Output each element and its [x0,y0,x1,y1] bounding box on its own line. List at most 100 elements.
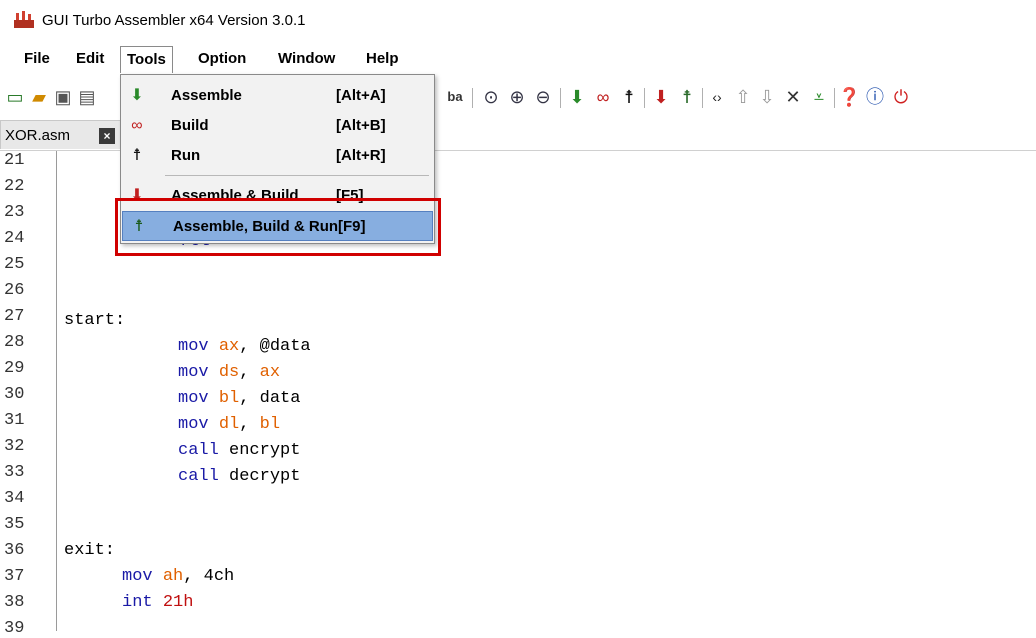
zoom-in-icon[interactable]: ⊕ [506,86,528,108]
tools-icon[interactable]: ✕ [782,86,804,108]
opcode: call [178,467,219,486]
zoom-out-icon[interactable]: ⊖ [532,86,554,108]
line-number: 23 [4,203,25,222]
save-icon[interactable]: ▣ [52,86,74,108]
code-line-38: int 21h [122,593,193,612]
menu-separator [165,175,429,176]
line-number: 30 [4,385,25,404]
arrow-up-icon[interactable]: ⇧ [732,86,754,108]
register: bl [218,389,240,408]
operand: encrypt [218,441,301,460]
line-number: 28 [4,333,25,352]
menu-item-label: Assemble [171,87,242,104]
build-link-icon: ∞ [131,117,143,134]
register: ah [162,567,184,586]
code-line-32: call encrypt [178,441,300,460]
close-icon[interactable]: × [99,128,115,144]
line-number: 27 [4,307,25,326]
code-line-37: mov ah, 4ch [122,567,234,586]
menu-file[interactable]: File [18,50,56,67]
opcode: mov [178,389,209,408]
menu-item-build[interactable]: ∞ Build [Alt+B] [121,111,434,141]
line-number: 38 [4,593,25,612]
window-title: GUI Turbo Assembler x64 Version 3.0.1 [42,12,306,29]
operand: , data [239,389,301,408]
line-number: 37 [4,567,25,586]
opcode: mov [178,337,209,356]
register: ax [218,337,240,356]
highlight-annotation-box [115,198,441,256]
open-folder-icon[interactable]: ▰ [28,86,50,108]
code-icon[interactable]: ‹› [706,86,728,108]
menu-item-assemble[interactable]: ⬇ Assemble [Alt+A] [121,81,434,111]
register: bl [259,415,281,434]
tab-xor-asm[interactable]: XOR.asm × [0,120,122,149]
menu-item-shortcut: [Alt+A] [336,87,386,104]
menu-item-label: Build [171,117,209,134]
line-number: 33 [4,463,25,482]
line-number: 35 [4,515,25,534]
build-link-icon[interactable]: ∞ [592,86,614,108]
tab-label: XOR.asm [5,127,71,144]
menu-help[interactable]: Help [360,50,405,67]
menu-item-run[interactable]: ☨ Run [Alt+R] [121,141,434,171]
power-icon[interactable]: ⏻ [890,86,912,108]
assemble-build-run-icon[interactable]: ☨ [676,86,698,108]
menu-tools[interactable]: Tools [120,46,173,73]
code-line-36: exit: [64,541,115,560]
app-logo-icon [14,11,34,28]
line-number-gutter: 21 22 23 24 25 26 27 28 29 30 31 32 33 3… [0,151,57,638]
opcode: mov [178,363,209,382]
line-number: 26 [4,281,25,300]
label-exit: exit: [64,541,116,560]
menu-edit[interactable]: Edit [70,50,110,67]
register: ax [259,363,281,382]
opcode: call [178,441,219,460]
assemble-build-icon[interactable]: ⬇ [650,86,672,108]
code-line-33: call decrypt [178,467,300,486]
opcode: int [122,593,153,612]
opcode: mov [178,415,209,434]
help-icon[interactable]: ❓ [838,86,860,108]
line-number: 24 [4,229,25,248]
menu-item-label: Run [171,147,201,164]
line-number: 39 [4,619,25,638]
menu-window[interactable]: Window [272,50,341,67]
assemble-icon: ⬇ [130,87,144,104]
arrow-down-icon[interactable]: ⇩ [756,86,778,108]
line-number: 29 [4,359,25,378]
toolbar-separator [702,88,703,108]
line-number: 25 [4,255,25,274]
line-number: 36 [4,541,25,560]
operand: , 4ch [183,567,235,586]
code-line-27: start: [64,311,125,330]
assemble-icon[interactable]: ⬇ [566,86,588,108]
line-number: 34 [4,489,25,508]
code-line-30: mov bl, data [178,389,300,408]
run-icon: ☨ [132,147,142,164]
line-number: 21 [4,151,25,170]
info-icon[interactable]: ⓘ [864,86,886,108]
download-icon[interactable]: ⩡ [808,86,830,108]
number-literal: 21h [162,593,194,612]
save-all-icon[interactable]: ▤ [76,86,98,108]
register: dl [218,415,240,434]
code-line-31: mov dl, bl [178,415,281,434]
menu-item-shortcut: [Alt+B] [336,117,386,134]
toolbar-separator [560,88,561,108]
run-icon[interactable]: ☨ [618,86,640,108]
code-line-28: mov ax, @data [178,337,311,356]
operand: decrypt [218,467,301,486]
menu-item-shortcut: [Alt+R] [336,147,386,164]
title-bar: GUI Turbo Assembler x64 Version 3.0.1 [0,0,1036,44]
menu-bar: File Edit Tools Option Window Help [0,46,1036,74]
line-number: 31 [4,411,25,430]
replace-icon[interactable]: ba [444,86,466,108]
code-line-29: mov ds, ax [178,363,281,382]
new-file-icon[interactable]: ▭ [4,86,26,108]
opcode: mov [122,567,153,586]
toolbar-separator [644,88,645,108]
line-number: 22 [4,177,25,196]
menu-option[interactable]: Option [192,50,252,67]
zoom-icon[interactable]: ⊙ [480,86,502,108]
